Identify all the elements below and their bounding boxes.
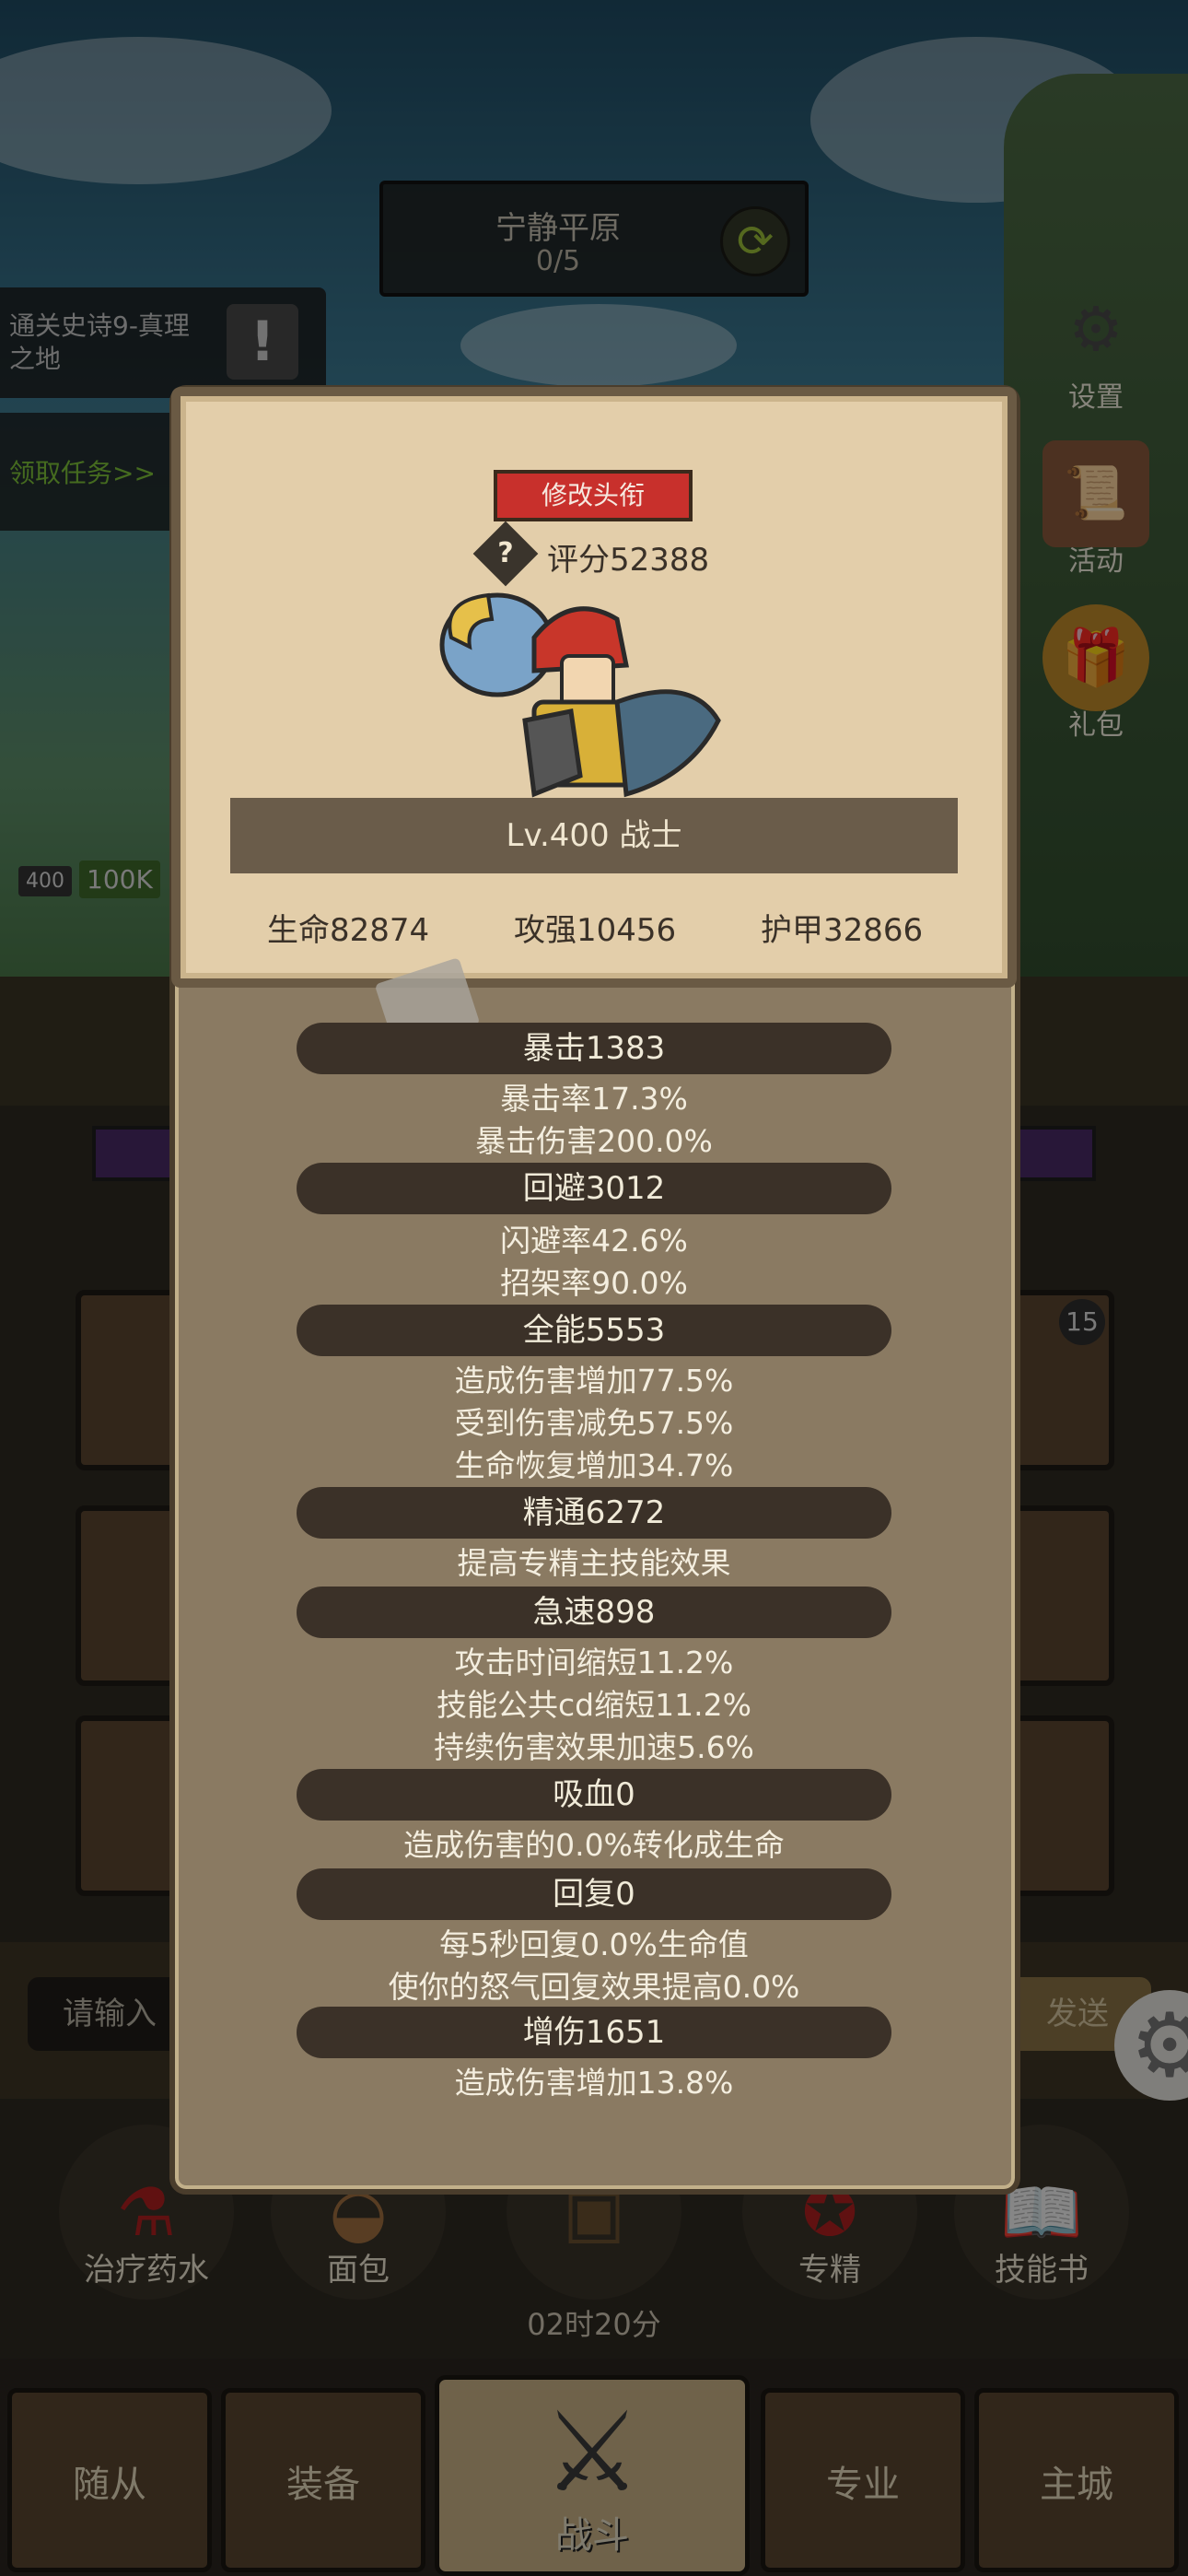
section-haste: 急速898 [297, 1587, 891, 1638]
section-mastery: 精通6272 [297, 1487, 891, 1539]
section-damage-bonus: 增伤1651 [297, 2007, 891, 2058]
stat-line: 造成伤害增加13.8% [454, 2065, 734, 2101]
stat-line: 技能公共cd缩短11.2% [437, 1687, 751, 1723]
stat-hp: 生命82874 [267, 912, 430, 949]
edit-title-button[interactable]: 修改头衔 [494, 470, 693, 521]
section-avoidance: 回避3012 [297, 1163, 891, 1214]
stat-line: 每5秒回复0.0%生命值 [439, 1926, 749, 1962]
section-regen: 回复0 [297, 1868, 891, 1920]
stat-line: 受到伤害减免57.5% [454, 1405, 734, 1441]
stat-line: 暴击伤害200.0% [475, 1123, 713, 1159]
question-icon[interactable]: ? [483, 531, 529, 577]
stat-line: 攻击时间缩短11.2% [454, 1645, 734, 1680]
stat-attack: 攻强10456 [514, 912, 677, 949]
section-lifesteal: 吸血0 [297, 1769, 891, 1821]
section-versatility: 全能5553 [297, 1305, 891, 1356]
warrior-avatar [439, 592, 721, 798]
section-crit: 暴击1383 [297, 1023, 891, 1074]
stat-line: 暴击率17.3% [500, 1081, 688, 1117]
character-name-bar: Lv.400 战士 [230, 798, 958, 873]
score: 评分52388 [547, 542, 710, 579]
axe [614, 689, 721, 798]
stat-line: 使你的怒气回复效果提高0.0% [388, 1969, 800, 2005]
stat-armor: 护甲32866 [761, 912, 924, 949]
stat-line: 闪避率42.6% [500, 1223, 688, 1259]
stat-line: 造成伤害的0.0%转化成生命 [403, 1827, 785, 1863]
stat-line: 持续伤害效果加速5.6% [434, 1729, 754, 1765]
stat-line: 造成伤害增加77.5% [454, 1363, 734, 1399]
stat-line: 生命恢复增加34.7% [454, 1447, 734, 1483]
stat-line: 提高专精主技能效果 [457, 1545, 731, 1581]
stat-line: 招架率90.0% [500, 1265, 688, 1301]
